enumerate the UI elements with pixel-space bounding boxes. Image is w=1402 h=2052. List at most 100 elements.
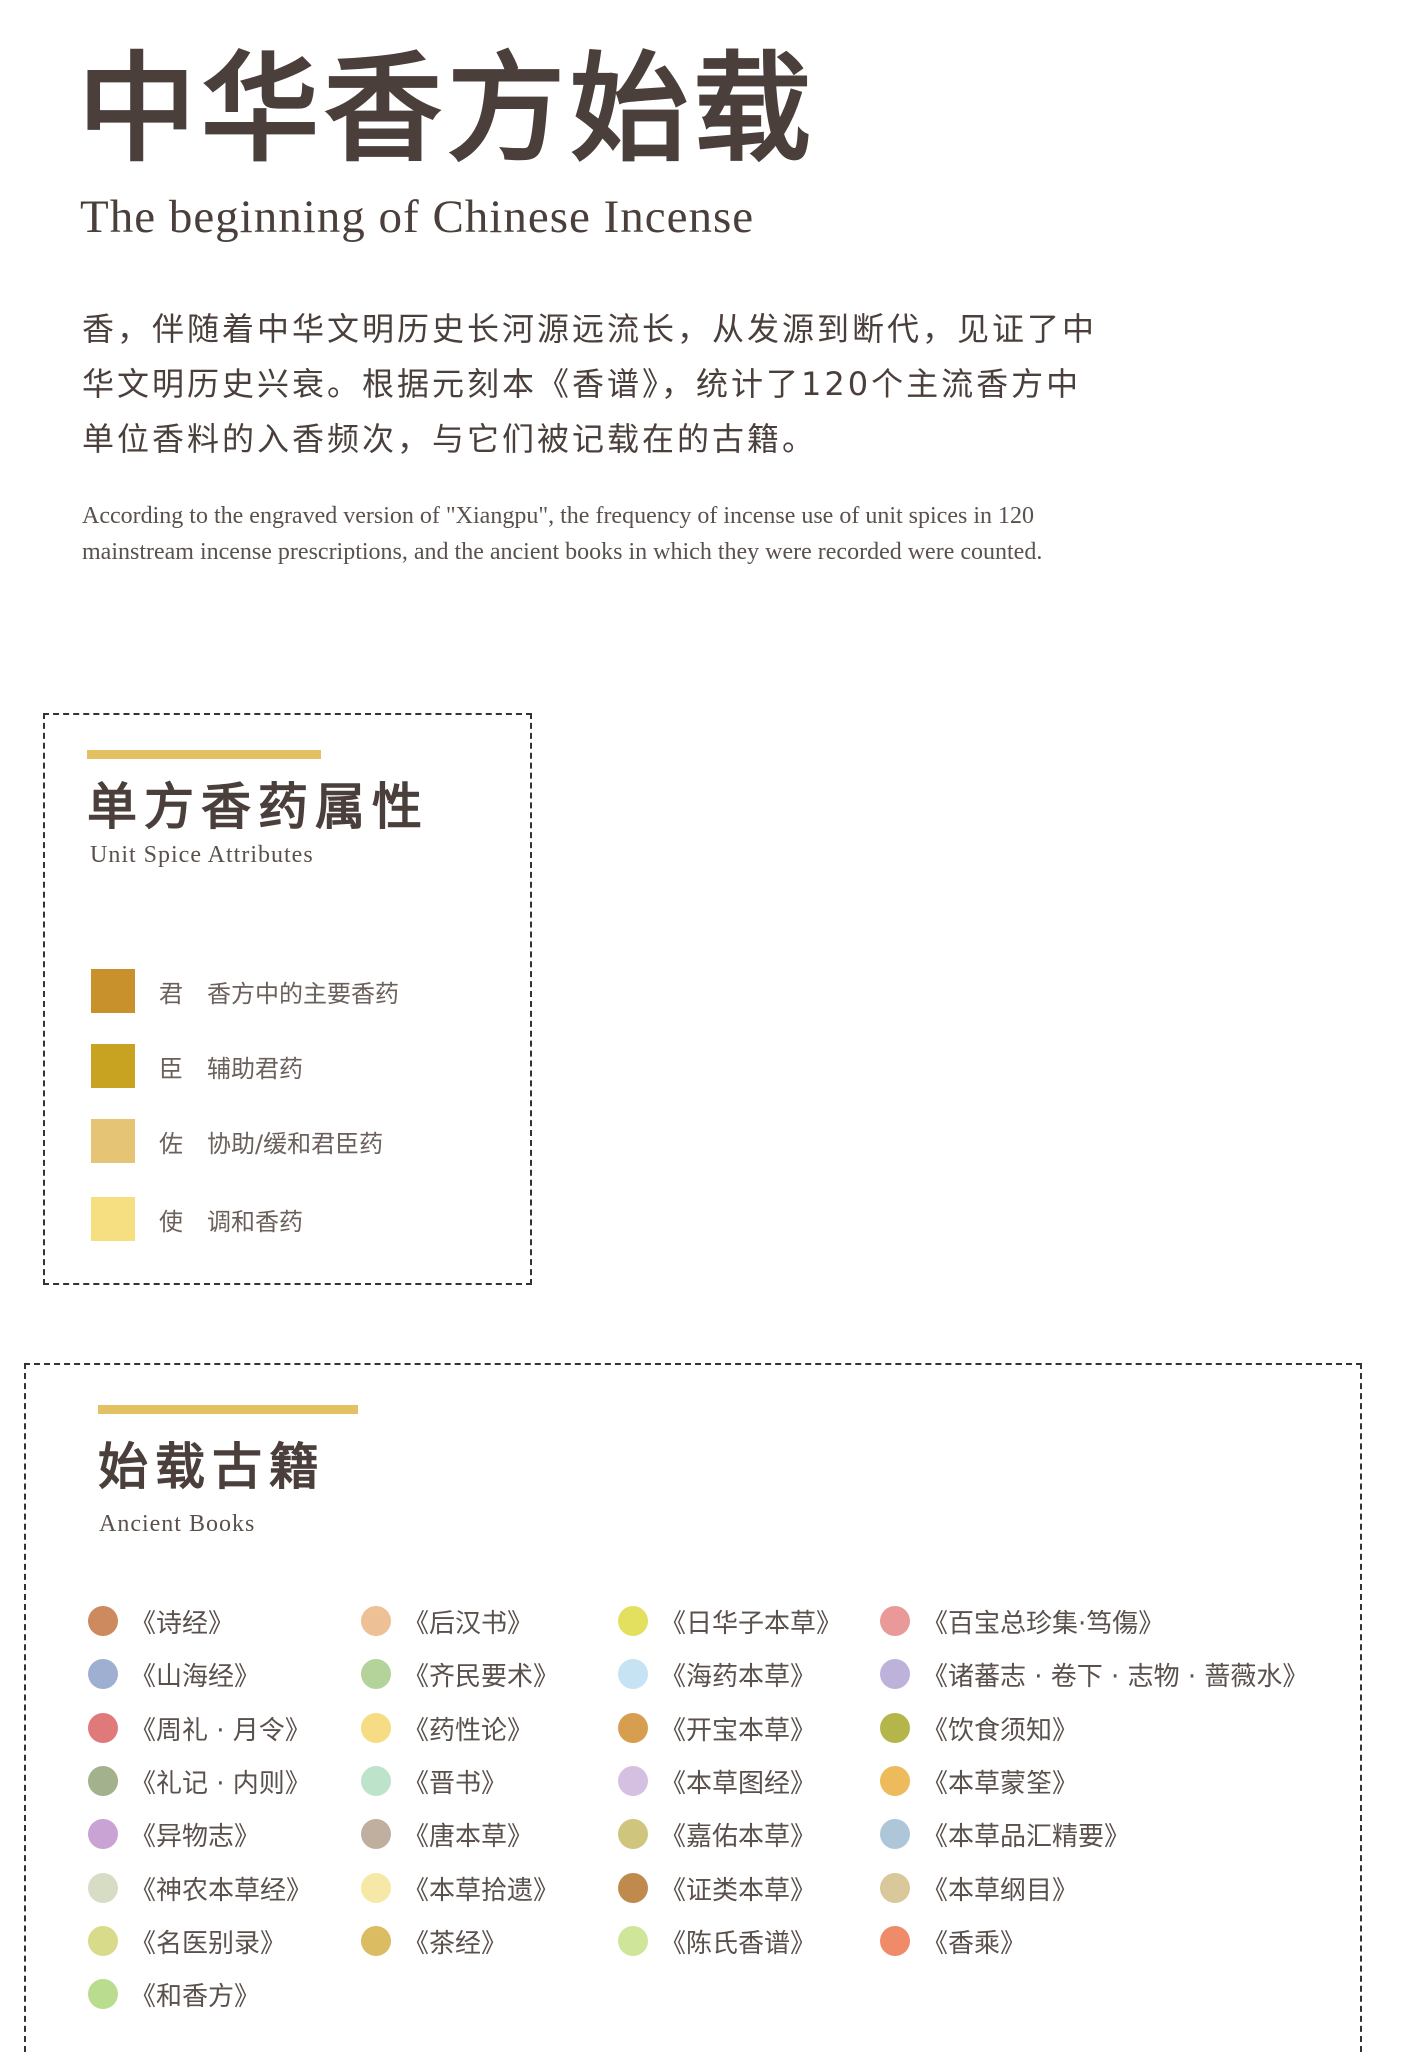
- book-name: 《茶经》: [403, 1928, 508, 1959]
- book-item: 《本草蒙筌》: [880, 1764, 1079, 1799]
- book-item: 《百宝总珍集·笃傷》: [880, 1604, 1165, 1639]
- legend-item-zuo: 佐 协助/缓和君臣药: [91, 1119, 383, 1163]
- book-name: 《神农本草经》: [130, 1875, 313, 1906]
- book-name: 《齐民要术》: [403, 1661, 560, 1692]
- legend-description: 辅助君药: [207, 1054, 303, 1083]
- book-name: 《本草品汇精要》: [922, 1821, 1131, 1852]
- book-item: 《名医别录》: [88, 1924, 287, 1959]
- book-color-dot: [88, 1926, 118, 1956]
- book-name: 《异物志》: [130, 1821, 261, 1852]
- book-color-dot: [361, 1926, 391, 1956]
- book-color-dot: [618, 1819, 648, 1849]
- ancient-books-panel: 始载古籍 Ancient Books 《诗经》《山海经》《周礼 · 月令》 《礼记…: [24, 1363, 1362, 2052]
- book-item: 《齐民要术》: [361, 1657, 560, 1692]
- book-item: 《香乘》: [880, 1924, 1027, 1959]
- legend-swatch: [91, 1119, 135, 1163]
- book-name: 《饮食须知》: [922, 1715, 1079, 1746]
- book-name: 《百宝总珍集·笃傷》: [922, 1608, 1165, 1639]
- book-color-dot: [618, 1606, 648, 1636]
- legend-swatch: [91, 969, 135, 1013]
- book-color-dot: [880, 1606, 910, 1636]
- book-color-dot: [880, 1873, 910, 1903]
- book-item: 《本草拾遗》: [361, 1871, 560, 1906]
- book-name: 《日华子本草》: [660, 1608, 843, 1639]
- legend-item-jun: 君 香方中的主要香药: [91, 969, 399, 1013]
- book-name: 《诸蕃志 · 卷下 · 志物 · 蔷薇水》: [922, 1661, 1309, 1692]
- intro-en-line: According to the engraved version of "Xi…: [82, 503, 1034, 529]
- book-item: 《诗经》: [88, 1604, 235, 1639]
- book-name: 《后汉书》: [403, 1608, 534, 1639]
- book-color-dot: [618, 1926, 648, 1956]
- book-name: 《海药本草》: [660, 1661, 817, 1692]
- legend-swatch: [91, 1044, 135, 1088]
- book-item: 《开宝本草》: [618, 1711, 817, 1746]
- legend-swatch: [91, 1197, 135, 1241]
- book-color-dot: [618, 1713, 648, 1743]
- book-color-dot: [880, 1926, 910, 1956]
- intro-cn-line: 香，伴随着中华文明历史长河源远流长，从发源到断代，见证了中: [82, 310, 1098, 348]
- book-color-dot: [361, 1766, 391, 1796]
- book-item: 《唐本草》: [361, 1817, 534, 1852]
- book-name: 《名医别录》: [130, 1928, 287, 1959]
- book-item: 《证类本草》: [618, 1871, 817, 1906]
- intro-chinese: 香，伴随着中华文明历史长河源远流长，从发源到断代，见证了中 华文明历史兴衰。根据…: [82, 302, 1132, 467]
- book-color-dot: [880, 1713, 910, 1743]
- book-name: 《诗经》: [130, 1608, 235, 1639]
- book-item: 《海药本草》: [618, 1657, 817, 1692]
- legend-item-shi: 使 调和香药: [91, 1197, 303, 1241]
- section-subtitle: Unit Spice Attributes: [90, 842, 314, 868]
- book-item: 《陈氏香谱》: [618, 1924, 816, 1959]
- book-color-dot: [88, 1979, 118, 2009]
- legend-item-chen: 臣 辅助君药: [91, 1044, 303, 1088]
- book-name: 《嘉佑本草》: [660, 1821, 817, 1852]
- book-color-dot: [618, 1873, 648, 1903]
- book-name: 《本草纲目》: [922, 1875, 1079, 1906]
- intro-cn-line: 单位香料的入香频次，与它们被记载在的古籍。: [82, 420, 818, 458]
- book-item: 《药性论》: [361, 1711, 534, 1746]
- intro-cn-line: 华文明历史兴衰。根据元刻本《香谱》，统计了120个主流香方中: [82, 365, 1082, 403]
- book-item: 《后汉书》: [361, 1604, 534, 1639]
- book-name: 《药性论》: [403, 1715, 534, 1746]
- spice-attributes-panel: 单方香药属性 Unit Spice Attributes 君 香方中的主要香药 …: [43, 713, 532, 1285]
- intro-en-line: mainstream incense prescriptions, and th…: [82, 539, 1043, 565]
- book-color-dot: [361, 1819, 391, 1849]
- legend-key: 君: [159, 979, 183, 1008]
- book-color-dot: [361, 1606, 391, 1636]
- book-name: 《唐本草》: [403, 1821, 534, 1852]
- book-item: 《本草品汇精要》: [880, 1817, 1131, 1852]
- book-item: 《本草图经》: [618, 1764, 817, 1799]
- book-item: 《嘉佑本草》: [618, 1817, 817, 1852]
- book-item: 《本草纲目》: [880, 1871, 1079, 1906]
- book-color-dot: [88, 1873, 118, 1903]
- section-title: 始载古籍: [98, 1438, 326, 1496]
- book-color-dot: [361, 1713, 391, 1743]
- book-item: 《诸蕃志 · 卷下 · 志物 · 蔷薇水》: [880, 1657, 1309, 1692]
- page-title: 中华香方始载: [78, 40, 817, 178]
- book-color-dot: [880, 1766, 910, 1796]
- book-name: 《晋书》: [403, 1768, 508, 1799]
- book-name: 《礼记 · 内则》: [130, 1768, 311, 1799]
- section-subtitle: Ancient Books: [99, 1511, 256, 1537]
- book-item: 《异物志》: [88, 1817, 261, 1852]
- book-name: 《山海经》: [130, 1661, 261, 1692]
- legend-key: 臣: [159, 1054, 183, 1083]
- book-name: 《证类本草》: [660, 1875, 817, 1906]
- accent-bar: [98, 1405, 358, 1414]
- book-name: 《周礼 · 月令》: [130, 1715, 311, 1746]
- book-color-dot: [88, 1819, 118, 1849]
- book-name: 《本草拾遗》: [403, 1875, 560, 1906]
- legend-description: 协助/缓和君臣药: [207, 1129, 384, 1158]
- accent-bar: [87, 750, 321, 759]
- book-item: 《晋书》: [361, 1764, 508, 1799]
- book-item: 《神农本草经》: [88, 1871, 313, 1906]
- book-name: 《本草蒙筌》: [922, 1768, 1079, 1799]
- book-name: 《香乘》: [922, 1928, 1027, 1959]
- book-name: 《本草图经》: [660, 1768, 817, 1799]
- book-item: 《山海经》: [88, 1657, 261, 1692]
- book-item: 《饮食须知》: [880, 1711, 1079, 1746]
- book-color-dot: [618, 1766, 648, 1796]
- legend-key: 佐: [159, 1129, 183, 1158]
- book-name: 《开宝本草》: [660, 1715, 817, 1746]
- book-item: 《礼记 · 内则》: [88, 1764, 311, 1799]
- book-color-dot: [88, 1766, 118, 1796]
